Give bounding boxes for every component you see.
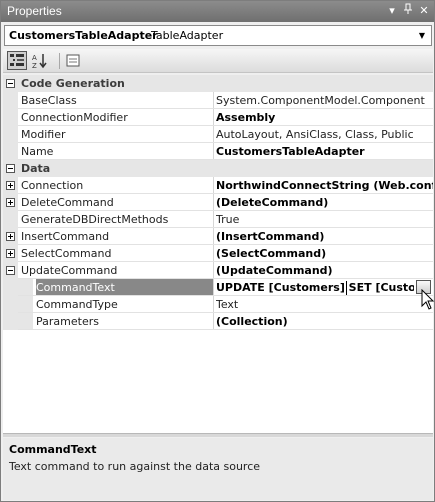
property-row-updatecommand[interactable]: UpdateCommand (UpdateCommand) [3, 262, 433, 279]
row-gutter [3, 296, 18, 313]
property-name: Connection [21, 179, 84, 192]
property-name: CommandType [36, 298, 118, 311]
row-gutter [18, 279, 33, 296]
property-name: Name [21, 145, 54, 158]
category-data[interactable]: Data [3, 160, 433, 177]
row-gutter [3, 313, 18, 330]
column-divider [213, 126, 214, 143]
property-name: Parameters [36, 315, 99, 328]
splitter[interactable] [3, 433, 433, 437]
category-label: Code Generation [21, 77, 125, 90]
property-row-selectcommand[interactable]: SelectCommand (SelectCommand) [3, 245, 433, 262]
property-row-generatedbdirectmethods[interactable]: GenerateDBDirectMethods True [3, 211, 433, 228]
close-icon[interactable]: ✕ [416, 3, 432, 19]
chevron-down-icon[interactable]: ▼ [416, 29, 428, 43]
property-value[interactable]: (InsertCommand) [216, 228, 433, 245]
collapse-icon[interactable] [6, 79, 15, 88]
property-value[interactable]: (SelectCommand) [216, 245, 433, 262]
property-value[interactable]: NorthwindConnectString (Web.config) [216, 177, 433, 194]
property-row-deletecommand[interactable]: DeleteCommand (DeleteCommand) [3, 194, 433, 211]
properties-window: Properties ▾ ✕ CustomersTableAdapter Tab… [0, 0, 435, 502]
property-name: BaseClass [21, 94, 77, 107]
description-pane: CommandText Text command to run against … [3, 438, 433, 500]
row-gutter [3, 279, 18, 296]
property-value[interactable]: Assembly [216, 109, 433, 126]
property-value[interactable]: (DeleteCommand) [216, 194, 433, 211]
column-divider [213, 109, 214, 126]
row-gutter [3, 143, 18, 160]
property-row-modifier[interactable]: Modifier AutoLayout, AnsiClass, Class, P… [3, 126, 433, 143]
row-gutter [3, 126, 18, 143]
row-gutter [18, 296, 33, 313]
collapse-icon[interactable] [6, 266, 15, 275]
column-divider [213, 211, 214, 228]
property-row-baseclass[interactable]: BaseClass System.ComponentModel.Componen… [3, 92, 433, 109]
property-value[interactable]: CustomersTableAdapter [216, 143, 433, 160]
property-name: DeleteCommand [21, 196, 114, 209]
property-name: SelectCommand [21, 247, 112, 260]
description-title: CommandText [9, 443, 97, 456]
expand-icon[interactable] [6, 181, 15, 190]
row-gutter [3, 92, 18, 109]
property-name: CommandText [36, 279, 213, 296]
row-gutter [18, 313, 33, 330]
category-code-generation[interactable]: Code Generation [3, 75, 433, 92]
property-name: ConnectionModifier [21, 111, 128, 124]
selected-object-type: TableAdapter [151, 29, 224, 42]
property-value[interactable]: (UpdateCommand) [216, 262, 433, 279]
text-cursor [346, 281, 347, 295]
property-name: Modifier [21, 128, 66, 141]
categorized-icon[interactable] [7, 51, 27, 70]
column-divider [213, 313, 214, 330]
property-row-connection[interactable]: Connection NorthwindConnectString (Web.c… [3, 177, 433, 194]
pin-icon[interactable] [400, 3, 416, 19]
alphabetical-icon[interactable]: A Z [30, 51, 50, 70]
column-divider [213, 194, 214, 211]
column-divider [213, 143, 214, 160]
property-row-parameters[interactable]: Parameters (Collection) [3, 313, 433, 330]
property-name: UpdateCommand [21, 264, 118, 277]
property-pages-icon[interactable] [63, 51, 83, 70]
property-value[interactable]: UPDATE [Customers] SET [Customers [216, 279, 414, 296]
expand-icon[interactable] [6, 249, 15, 258]
menu-dropdown-icon[interactable]: ▾ [384, 3, 400, 19]
column-divider [213, 92, 214, 109]
property-row-connectionmodifier[interactable]: ConnectionModifier Assembly [3, 109, 433, 126]
expand-icon[interactable] [6, 232, 15, 241]
property-row-commandtype[interactable]: CommandType Text [3, 296, 433, 313]
column-divider [213, 228, 214, 245]
expand-icon[interactable] [6, 198, 15, 207]
description-text: Text command to run against the data sou… [9, 460, 261, 473]
column-divider [213, 245, 214, 262]
column-divider [213, 296, 214, 313]
property-value[interactable]: (Collection) [216, 313, 433, 330]
toolbar: A Z [3, 49, 433, 73]
column-divider [213, 279, 214, 296]
column-divider [213, 262, 214, 279]
property-name: InsertCommand [21, 230, 110, 243]
property-value[interactable]: True [216, 211, 433, 228]
column-divider [213, 177, 214, 194]
svg-text:A: A [32, 54, 37, 62]
property-row-insertcommand[interactable]: InsertCommand (InsertCommand) [3, 228, 433, 245]
svg-text:Z: Z [32, 62, 37, 69]
mouse-pointer-icon [421, 289, 435, 310]
property-value[interactable]: Text [216, 296, 433, 313]
object-selector[interactable]: CustomersTableAdapter TableAdapter ▼ [4, 25, 432, 46]
title-bar[interactable]: Properties ▾ ✕ [1, 1, 434, 22]
row-gutter [3, 109, 18, 126]
property-row-name[interactable]: Name CustomersTableAdapter [3, 143, 433, 160]
row-divider [18, 329, 433, 330]
property-grid: Code Generation BaseClass System.Compone… [3, 75, 433, 433]
property-name: GenerateDBDirectMethods [21, 213, 169, 226]
collapse-icon[interactable] [6, 164, 15, 173]
property-value[interactable]: AutoLayout, AnsiClass, Class, Public [216, 126, 433, 143]
property-value[interactable]: System.ComponentModel.Component [216, 92, 433, 109]
window-title: Properties [7, 4, 62, 18]
toolbar-separator [59, 53, 60, 69]
category-label: Data [21, 162, 51, 175]
row-gutter [3, 211, 18, 228]
selected-object-name: CustomersTableAdapter [9, 29, 158, 42]
property-row-commandtext[interactable]: CommandText UPDATE [Customers] SET [Cust… [3, 279, 433, 296]
